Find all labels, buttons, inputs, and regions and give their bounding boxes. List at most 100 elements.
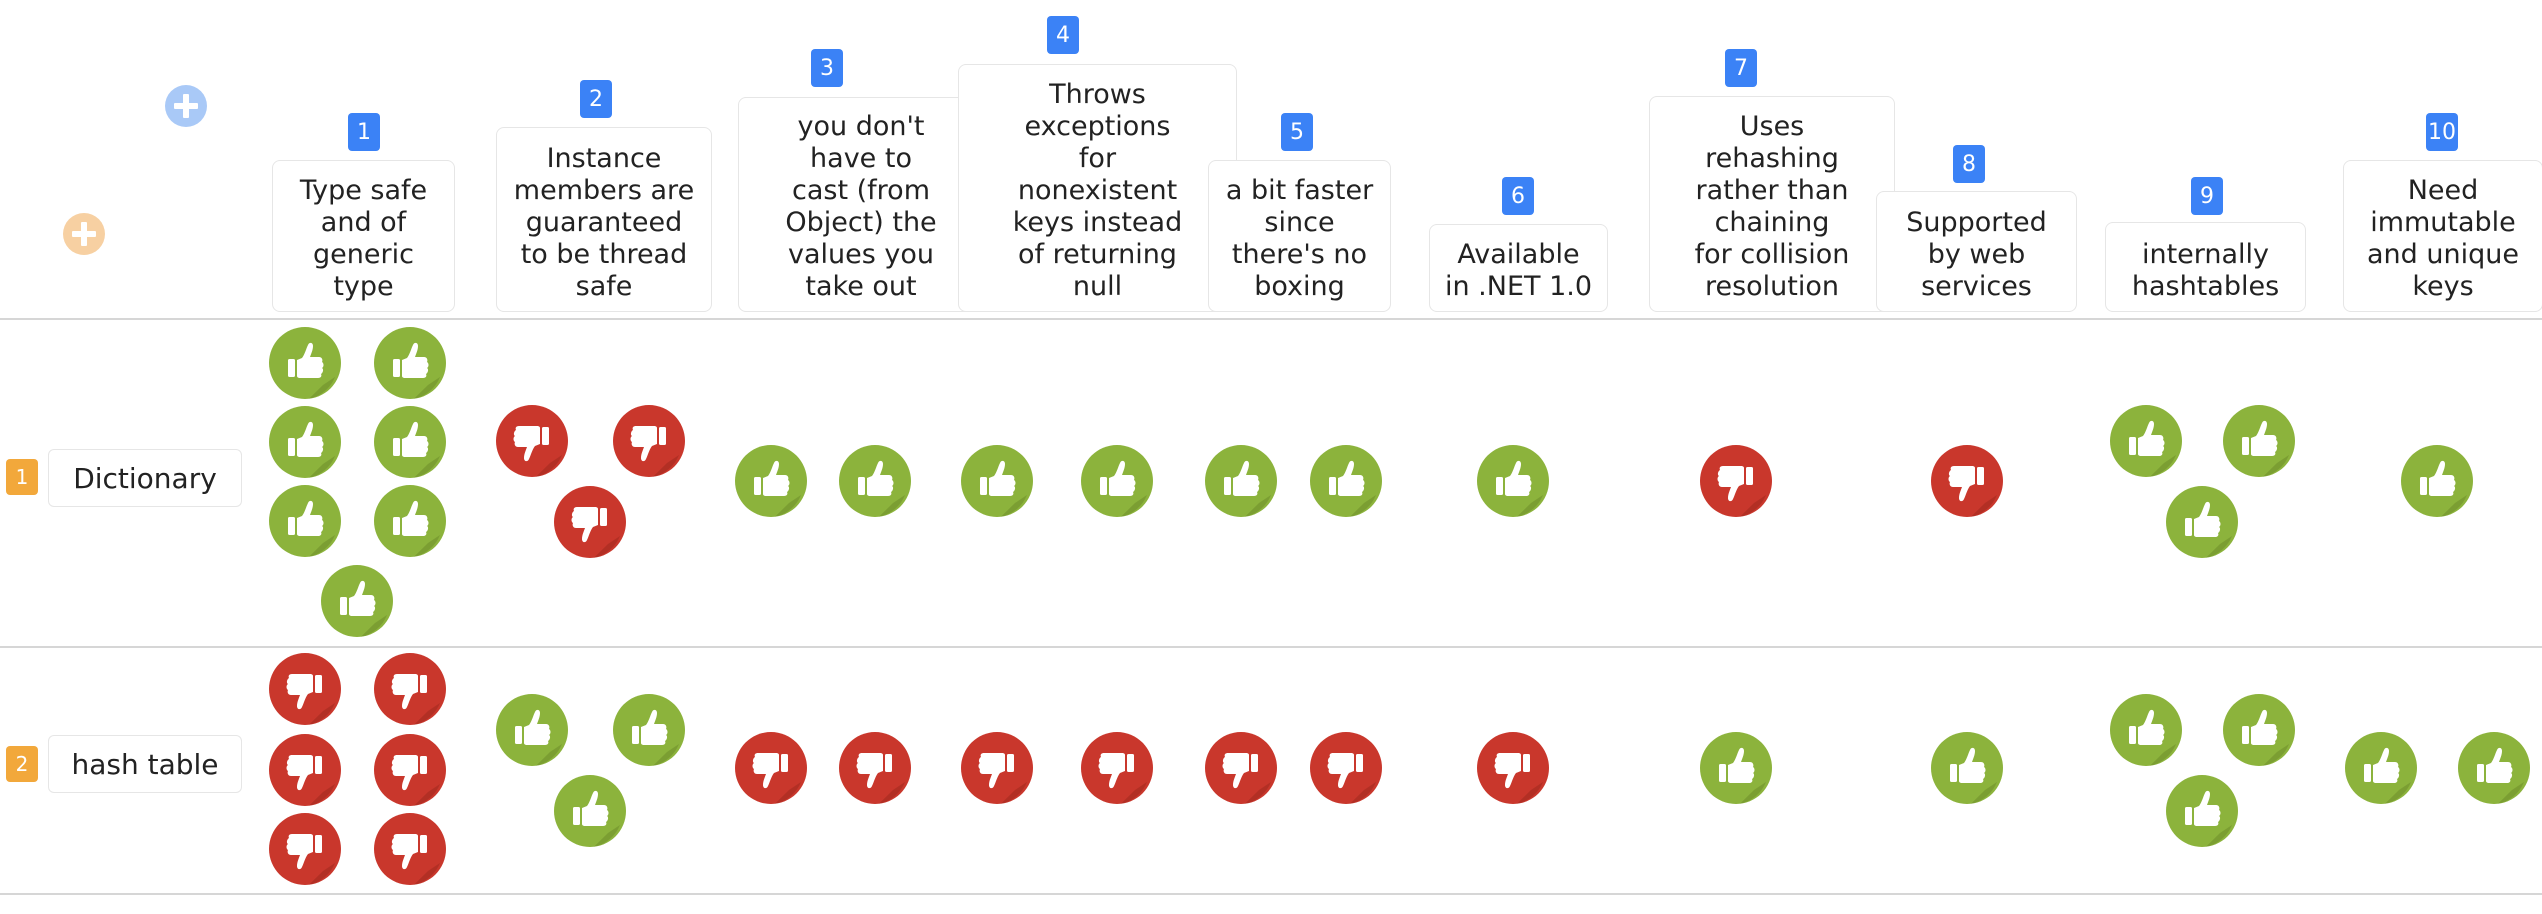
column-number-badge: 3	[811, 49, 843, 87]
thumbs-up-icon[interactable]	[269, 327, 341, 399]
column-header-line: you don't	[797, 111, 925, 142]
thumbs-up-icon[interactable]	[1931, 732, 2003, 804]
thumbs-up-icon[interactable]	[613, 694, 685, 766]
thumbs-up-icon[interactable]	[2345, 732, 2417, 804]
thumbs-up-icon[interactable]	[2110, 405, 2182, 477]
column-header-3[interactable]: you don't have to cast (from Object) the val…	[738, 97, 984, 312]
thumbs-down-icon[interactable]	[613, 405, 685, 477]
column-header-line: by web	[1927, 239, 2026, 270]
thumbs-down-icon[interactable]	[374, 734, 446, 806]
thumbs-down-icon[interactable]	[269, 734, 341, 806]
column-header-8[interactable]: Supported by web services	[1876, 191, 2077, 312]
thumbs-up-icon[interactable]	[735, 445, 807, 517]
thumbs-up-icon[interactable]	[321, 565, 393, 637]
column-header-line: take out	[805, 271, 917, 302]
thumbs-up-icon[interactable]	[374, 406, 446, 478]
thumbs-up-icon[interactable]	[1081, 445, 1153, 517]
column-header-6[interactable]: Available in .NET 1.0	[1429, 224, 1608, 312]
column-header-2[interactable]: Instance members are guaranteed to be threa…	[496, 127, 712, 312]
thumbs-down-icon[interactable]	[1205, 732, 1277, 804]
thumbs-down-icon[interactable]	[839, 732, 911, 804]
column-header-line: generic	[313, 239, 414, 270]
column-header-label: Need immutable and unique keys	[2367, 175, 2519, 303]
column-header-line: resolution	[1704, 271, 1840, 302]
column-header-label: Instance members are guaranteed to be threa…	[514, 143, 694, 303]
column-header-line: members are	[513, 175, 695, 206]
column-header-line: a bit faster	[1225, 175, 1374, 206]
column-header-line: Available	[1457, 239, 1580, 270]
column-header-line: type	[333, 271, 394, 302]
column-header-line: cast (from	[792, 175, 930, 206]
thumbs-down-icon[interactable]	[961, 732, 1033, 804]
column-header-line: Instance	[546, 143, 662, 174]
thumbs-down-icon[interactable]	[1310, 732, 1382, 804]
column-header-9[interactable]: internally hashtables	[2105, 222, 2306, 312]
thumbs-down-icon[interactable]	[1081, 732, 1153, 804]
column-header-line: values you	[787, 239, 934, 270]
thumbs-down-icon[interactable]	[554, 486, 626, 558]
thumbs-up-icon[interactable]	[1477, 445, 1549, 517]
thumbs-up-icon[interactable]	[961, 445, 1033, 517]
thumbs-down-icon[interactable]	[1931, 445, 2003, 517]
thumbs-up-icon[interactable]	[2458, 732, 2530, 804]
thumbs-up-icon[interactable]	[2166, 775, 2238, 847]
column-number-badge: 5	[1281, 113, 1313, 151]
thumbs-down-icon[interactable]	[496, 405, 568, 477]
add-column-icon[interactable]	[165, 85, 207, 127]
column-number-badge: 9	[2191, 177, 2223, 215]
column-header-line: Type safe	[299, 175, 428, 206]
column-header-line: immutable	[2370, 207, 2516, 238]
thumbs-down-icon[interactable]	[1477, 732, 1549, 804]
column-header-line: and unique	[2367, 239, 2519, 270]
column-header-line: null	[1072, 271, 1123, 302]
column-header-label: Supported by web services	[1906, 207, 2046, 303]
column-header-line: Supported	[1906, 207, 2047, 238]
thumbs-down-icon[interactable]	[374, 813, 446, 885]
thumbs-up-icon[interactable]	[2223, 405, 2295, 477]
column-header-line: there's no	[1231, 239, 1368, 270]
column-header-4[interactable]: Throws exceptions for nonexistent keys inste…	[958, 64, 1237, 312]
thumbs-up-icon[interactable]	[2166, 486, 2238, 558]
thumbs-down-icon[interactable]	[374, 653, 446, 725]
column-number-badge: 6	[1502, 177, 1534, 215]
row-header-1[interactable]: Dictionary	[48, 449, 242, 507]
thumbs-up-icon[interactable]	[496, 694, 568, 766]
column-header-line: Object) the	[785, 207, 937, 238]
column-header-line: rather than	[1695, 175, 1849, 206]
add-row-icon[interactable]	[63, 213, 105, 255]
thumbs-up-icon[interactable]	[839, 445, 911, 517]
thumbs-up-icon[interactable]	[554, 775, 626, 847]
column-header-label: Throws exceptions for nonexistent keys inste…	[1013, 79, 1182, 303]
column-header-label: a bit faster since there's no boxing	[1226, 175, 1373, 303]
thumbs-down-icon[interactable]	[735, 732, 807, 804]
column-header-line: services	[1921, 271, 2032, 302]
thumbs-up-icon[interactable]	[269, 406, 341, 478]
column-header-5[interactable]: a bit faster since there's no boxing	[1208, 160, 1391, 312]
thumbs-up-icon[interactable]	[269, 485, 341, 557]
thumbs-down-icon[interactable]	[269, 813, 341, 885]
thumbs-up-icon[interactable]	[374, 485, 446, 557]
column-header-1[interactable]: Type safe and of generic type	[272, 160, 455, 312]
thumbs-down-icon[interactable]	[269, 653, 341, 725]
column-header-line: chaining	[1714, 207, 1830, 238]
column-header-line: keys instead	[1012, 207, 1183, 238]
thumbs-up-icon[interactable]	[2401, 445, 2473, 517]
row-divider	[0, 318, 2542, 320]
column-header-10[interactable]: Need immutable and unique keys	[2343, 160, 2542, 312]
row-number-badge: 2	[6, 746, 38, 782]
thumbs-up-icon[interactable]	[2110, 694, 2182, 766]
thumbs-up-icon[interactable]	[2223, 694, 2295, 766]
thumbs-up-icon[interactable]	[1700, 732, 1772, 804]
column-header-line: and of	[320, 207, 407, 238]
row-header-2[interactable]: hash table	[48, 735, 242, 793]
column-header-label: Type safe and of generic type	[300, 175, 427, 303]
column-header-line: rehashing	[1705, 143, 1839, 174]
column-header-line: to be thread	[520, 239, 688, 270]
thumbs-up-icon[interactable]	[1205, 445, 1277, 517]
column-header-7[interactable]: Uses rehashing rather than chaining for coll…	[1649, 96, 1895, 312]
thumbs-up-icon[interactable]	[374, 327, 446, 399]
thumbs-up-icon[interactable]	[1310, 445, 1382, 517]
row-number-badge: 1	[6, 459, 38, 495]
thumbs-down-icon[interactable]	[1700, 445, 1772, 517]
column-number-badge: 1	[348, 113, 380, 151]
